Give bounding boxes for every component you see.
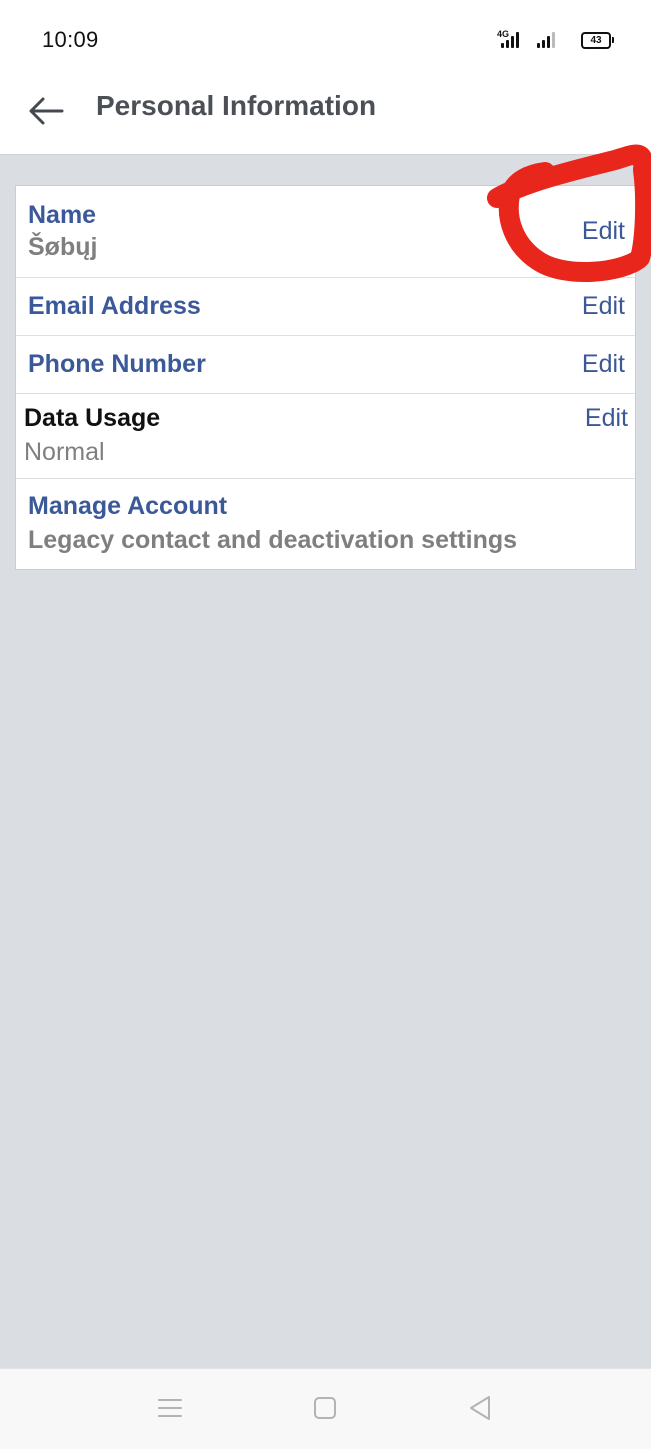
row-email-title: Email Address bbox=[28, 292, 201, 320]
status-bar: 10:09 4G 43 bbox=[0, 0, 651, 80]
back-button[interactable] bbox=[26, 90, 68, 132]
row-name-value: Šøbųj bbox=[28, 233, 98, 261]
page-title: Personal Information bbox=[96, 90, 377, 121]
row-phone[interactable]: Phone Number Edit bbox=[16, 336, 635, 394]
battery-icon: 43 bbox=[581, 32, 614, 49]
row-manage-account[interactable]: Manage Account Legacy contact and deacti… bbox=[16, 479, 635, 569]
edit-phone-button[interactable]: Edit bbox=[582, 350, 625, 379]
row-name-title: Name bbox=[28, 201, 97, 229]
menu-icon[interactable] bbox=[155, 1393, 185, 1423]
app-header: Personal Information bbox=[0, 80, 651, 155]
row-email[interactable]: Email Address Edit bbox=[16, 278, 635, 336]
row-phone-title: Phone Number bbox=[28, 350, 206, 378]
row-data-usage-title: Data Usage bbox=[24, 404, 161, 432]
row-manage-account-title: Manage Account bbox=[28, 492, 228, 520]
row-data-usage[interactable]: Data Usage Normal Edit bbox=[16, 394, 635, 479]
arrow-left-icon bbox=[29, 97, 64, 125]
network-type-label: 4G bbox=[497, 29, 510, 39]
battery-level: 43 bbox=[590, 35, 602, 46]
home-square-icon[interactable] bbox=[310, 1393, 340, 1423]
edit-email-button[interactable]: Edit bbox=[582, 292, 625, 321]
status-time: 10:09 bbox=[42, 27, 99, 52]
row-name[interactable]: Name Šøbųj Edit bbox=[16, 186, 635, 278]
status-icons: 4G 43 bbox=[491, 28, 614, 52]
personal-info-card: Name Šøbųj Edit Email Address Edit Phone… bbox=[15, 185, 636, 570]
edit-name-button[interactable]: Edit bbox=[582, 217, 625, 246]
edit-data-usage-button[interactable]: Edit bbox=[585, 404, 628, 433]
row-data-usage-value: Normal bbox=[24, 438, 105, 466]
system-nav-bar bbox=[0, 1368, 651, 1449]
row-manage-account-subtitle: Legacy contact and deactivation settings bbox=[28, 526, 518, 554]
back-triangle-icon[interactable] bbox=[465, 1393, 495, 1423]
